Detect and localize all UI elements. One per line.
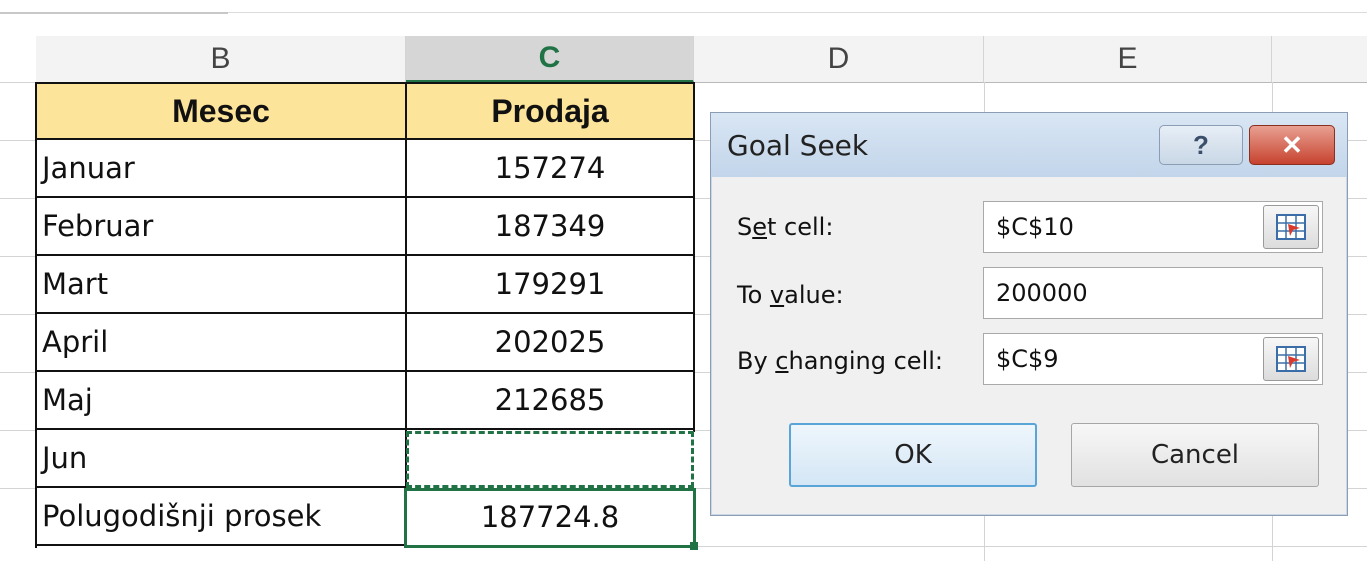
- ok-button[interactable]: OK: [789, 423, 1037, 487]
- help-button[interactable]: ?: [1159, 125, 1243, 165]
- grid-line: [0, 256, 36, 257]
- grid-line: [0, 82, 36, 83]
- table-row-month[interactable]: Mart: [36, 256, 406, 314]
- table-row-month[interactable]: Februar: [36, 198, 406, 256]
- cancel-button[interactable]: Cancel: [1071, 423, 1319, 487]
- range-select-icon: [1276, 214, 1306, 240]
- set-cell-collapse-button[interactable]: [1263, 205, 1319, 249]
- table-row-sales[interactable]: 157274: [406, 140, 694, 198]
- column-header-b[interactable]: B: [36, 36, 406, 83]
- grid-line: [0, 314, 36, 315]
- active-cell-border: [404, 488, 696, 548]
- table-row-sales[interactable]: 187349: [406, 198, 694, 256]
- column-header-d[interactable]: D: [694, 36, 984, 83]
- close-icon: ✕: [1281, 129, 1303, 160]
- set-cell-label: Set cell:: [737, 213, 834, 241]
- column-header-c[interactable]: C: [406, 36, 694, 83]
- header-cell-month[interactable]: Mesec: [36, 82, 406, 140]
- grid-line: [0, 372, 36, 373]
- grid-line: [0, 198, 36, 199]
- column-header-e[interactable]: E: [984, 36, 1272, 83]
- column-header-f[interactable]: [1272, 36, 1367, 83]
- by-changing-cell-label: By changing cell:: [737, 347, 943, 375]
- table-row-month[interactable]: Januar: [36, 140, 406, 198]
- table-row-sales[interactable]: 179291: [406, 256, 694, 314]
- range-select-icon: [1276, 346, 1306, 372]
- goal-seek-dialog: Goal Seek ? ✕ Set cell: $C$10 To value: …: [710, 112, 1348, 516]
- by-changing-collapse-button[interactable]: [1263, 337, 1319, 381]
- table-row-sales[interactable]: 212685: [406, 372, 694, 430]
- window-edge-accent: [0, 12, 228, 14]
- grid-line: [0, 430, 36, 431]
- help-icon: ?: [1193, 129, 1209, 160]
- grid-line: [0, 488, 36, 489]
- table-row-sales[interactable]: 202025: [406, 314, 694, 372]
- grid-line: [0, 140, 36, 141]
- grid-line: [694, 546, 1367, 547]
- copy-marquee: [406, 431, 694, 488]
- dialog-title: Goal Seek: [727, 129, 869, 162]
- fill-handle[interactable]: [690, 542, 698, 550]
- header-cell-sales[interactable]: Prodaja: [406, 82, 694, 140]
- to-value-label: To value:: [737, 281, 844, 309]
- table-row-month[interactable]: Jun: [36, 430, 406, 488]
- table-border: [35, 82, 37, 548]
- table-row-month[interactable]: Maj: [36, 372, 406, 430]
- table-row-month[interactable]: April: [36, 314, 406, 372]
- table-row-month-average[interactable]: Polugodišnji prosek: [36, 488, 406, 546]
- table-border: [693, 82, 695, 432]
- to-value-input[interactable]: 200000: [983, 267, 1323, 319]
- close-button[interactable]: ✕: [1249, 125, 1335, 165]
